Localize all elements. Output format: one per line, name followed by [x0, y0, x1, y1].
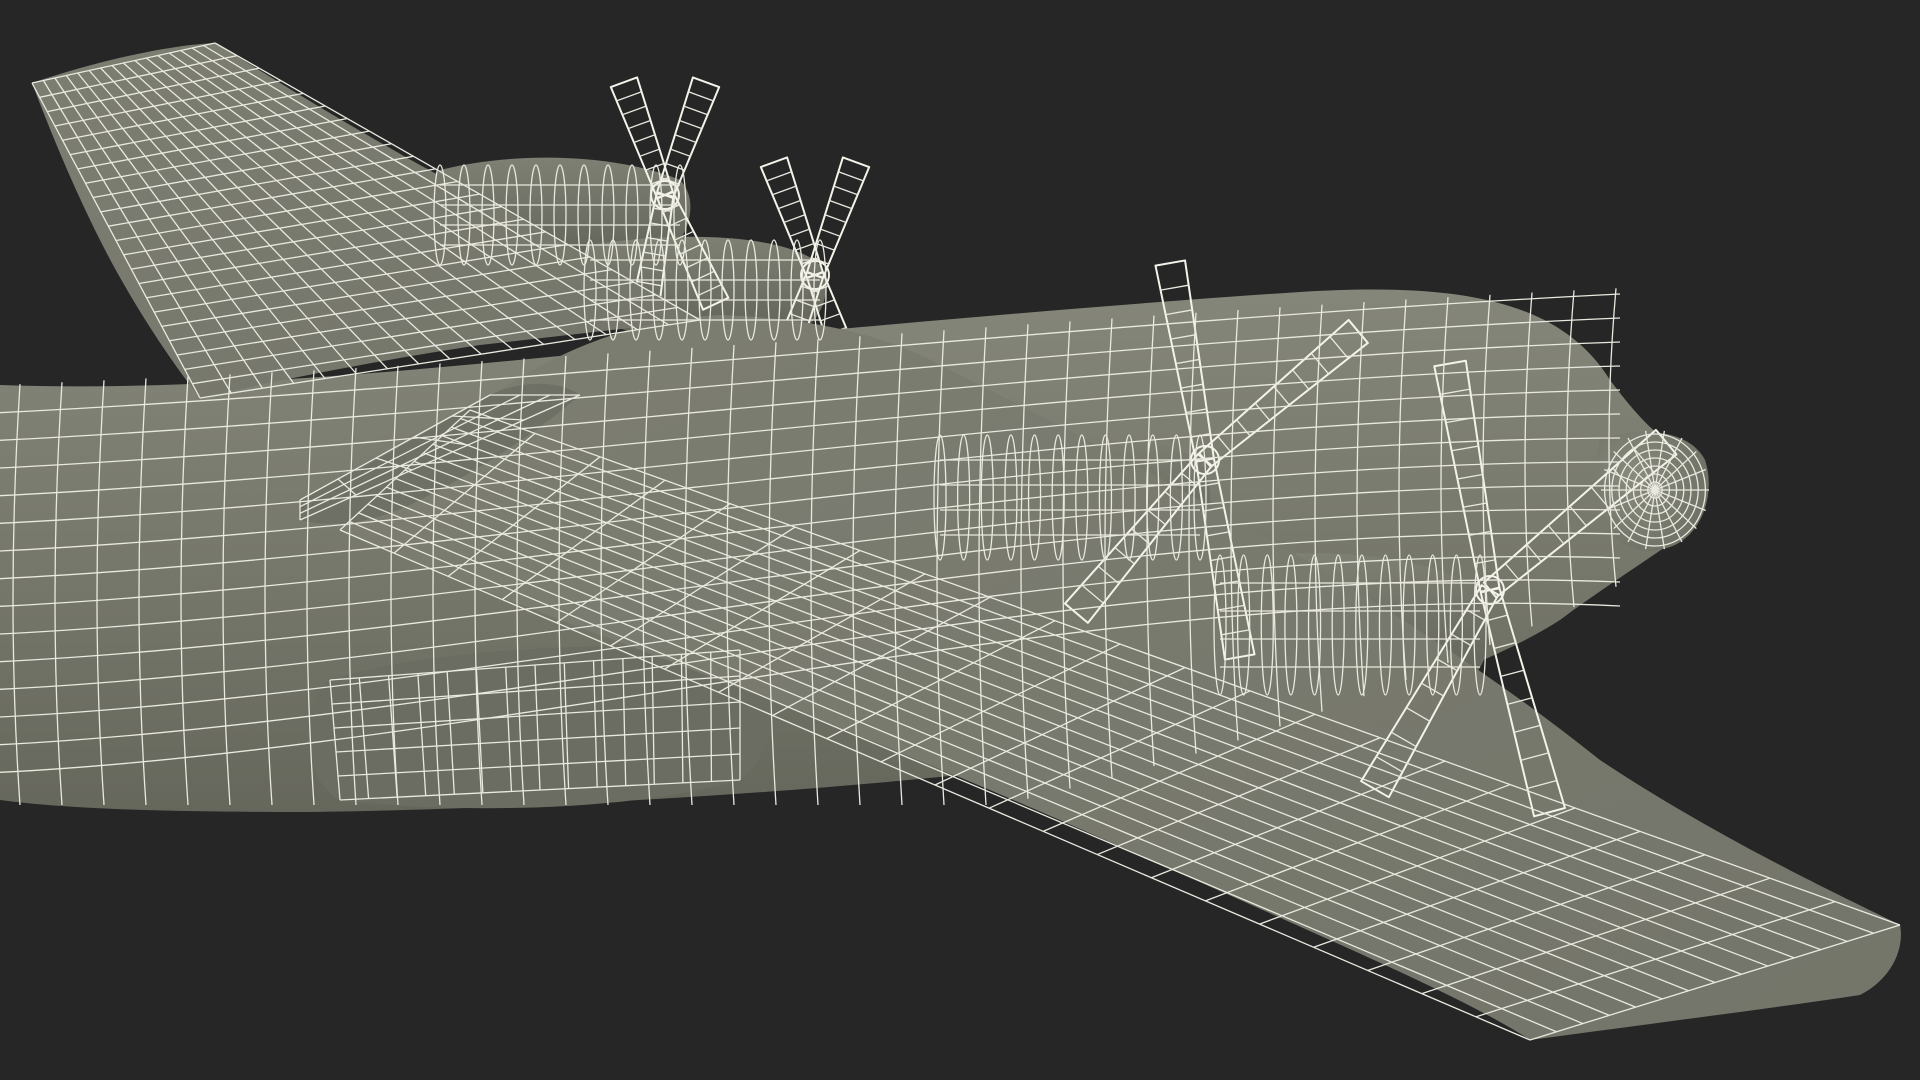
render-viewport	[0, 0, 1920, 1080]
aircraft-wireframe-render	[0, 42, 1901, 1041]
